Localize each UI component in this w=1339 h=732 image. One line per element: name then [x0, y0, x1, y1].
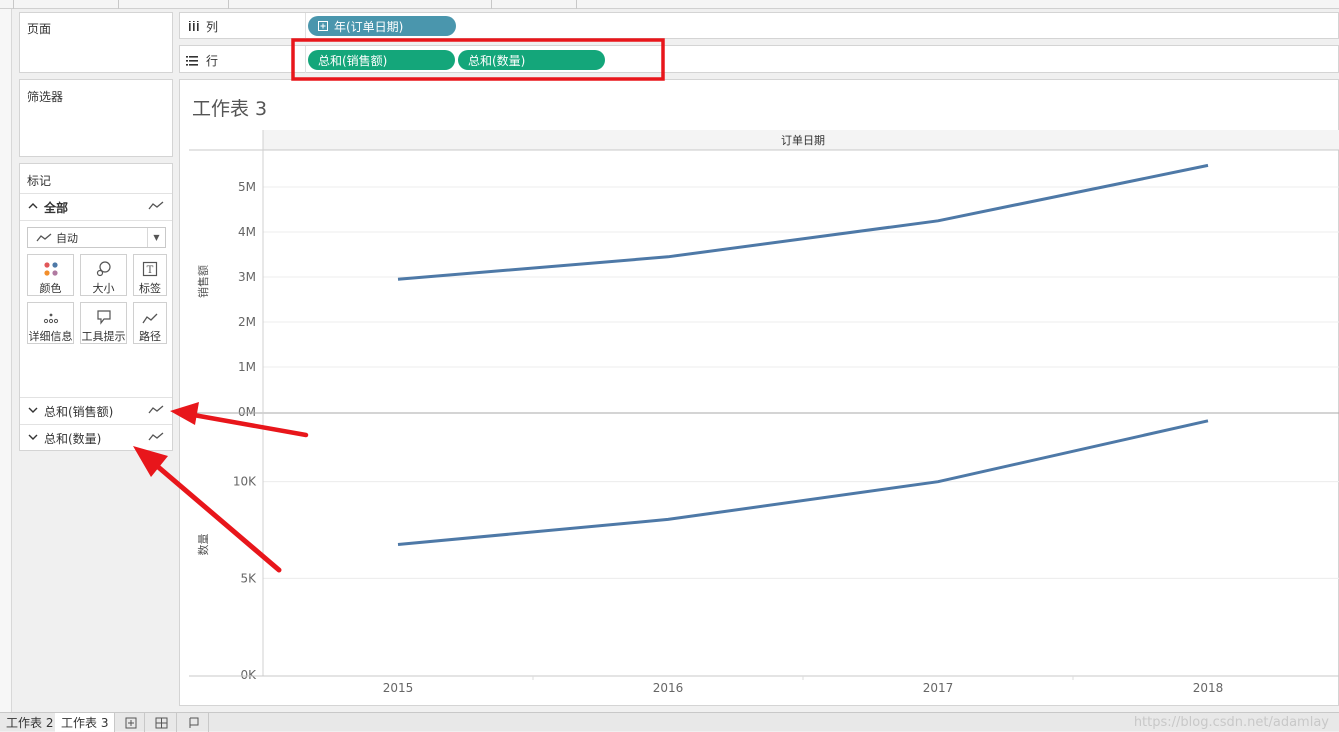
- y-tick-label: 2M: [238, 315, 256, 329]
- sheet-tabs-bar: 工作表 2 工作表 3 https://blog.csdn.net/adamla…: [0, 712, 1339, 732]
- y-tick-label: 1M: [238, 360, 256, 374]
- chart-area[interactable]: 订单日期 0M 1M 2M 3M 4M 5M 销售额 0K 5K 10K 数量 2015 2016 2017…: [0, 0, 1339, 731]
- column-header-label: 订单日期: [781, 134, 825, 147]
- x-tick-label: 2015: [383, 681, 414, 695]
- y-axis-title: 数量: [197, 534, 210, 556]
- y-tick-label: 5M: [238, 180, 256, 194]
- x-tick-label: 2017: [923, 681, 954, 695]
- new-worksheet-button[interactable]: [117, 713, 145, 732]
- y-tick-label: 3M: [238, 270, 256, 284]
- y-tick-label: 5K: [240, 571, 257, 585]
- tab-label: 工作表 2: [6, 716, 54, 730]
- y-tick-label: 4M: [238, 225, 256, 239]
- tab-worksheet-2[interactable]: 工作表 2: [0, 713, 61, 732]
- series-line-sales: [397, 163, 1209, 281]
- new-dashboard-button[interactable]: [147, 713, 177, 732]
- y-tick-label: 0M: [238, 405, 256, 419]
- y-tick-label: 10K: [233, 475, 257, 489]
- series-line-quantity: [397, 419, 1209, 546]
- new-worksheet-icon: [125, 717, 137, 729]
- tab-worksheet-3[interactable]: 工作表 3: [55, 713, 116, 732]
- x-tick-label: 2016: [653, 681, 684, 695]
- new-dashboard-icon: [155, 717, 168, 729]
- tab-label: 工作表 3: [61, 716, 109, 730]
- watermark: https://blog.csdn.net/adamlay: [1133, 715, 1329, 730]
- new-story-button[interactable]: [179, 713, 209, 732]
- new-story-icon: [188, 717, 200, 729]
- y-tick-label: 0K: [240, 668, 257, 682]
- x-tick-label: 2018: [1193, 681, 1224, 695]
- y-axis-title: 销售额: [196, 265, 210, 298]
